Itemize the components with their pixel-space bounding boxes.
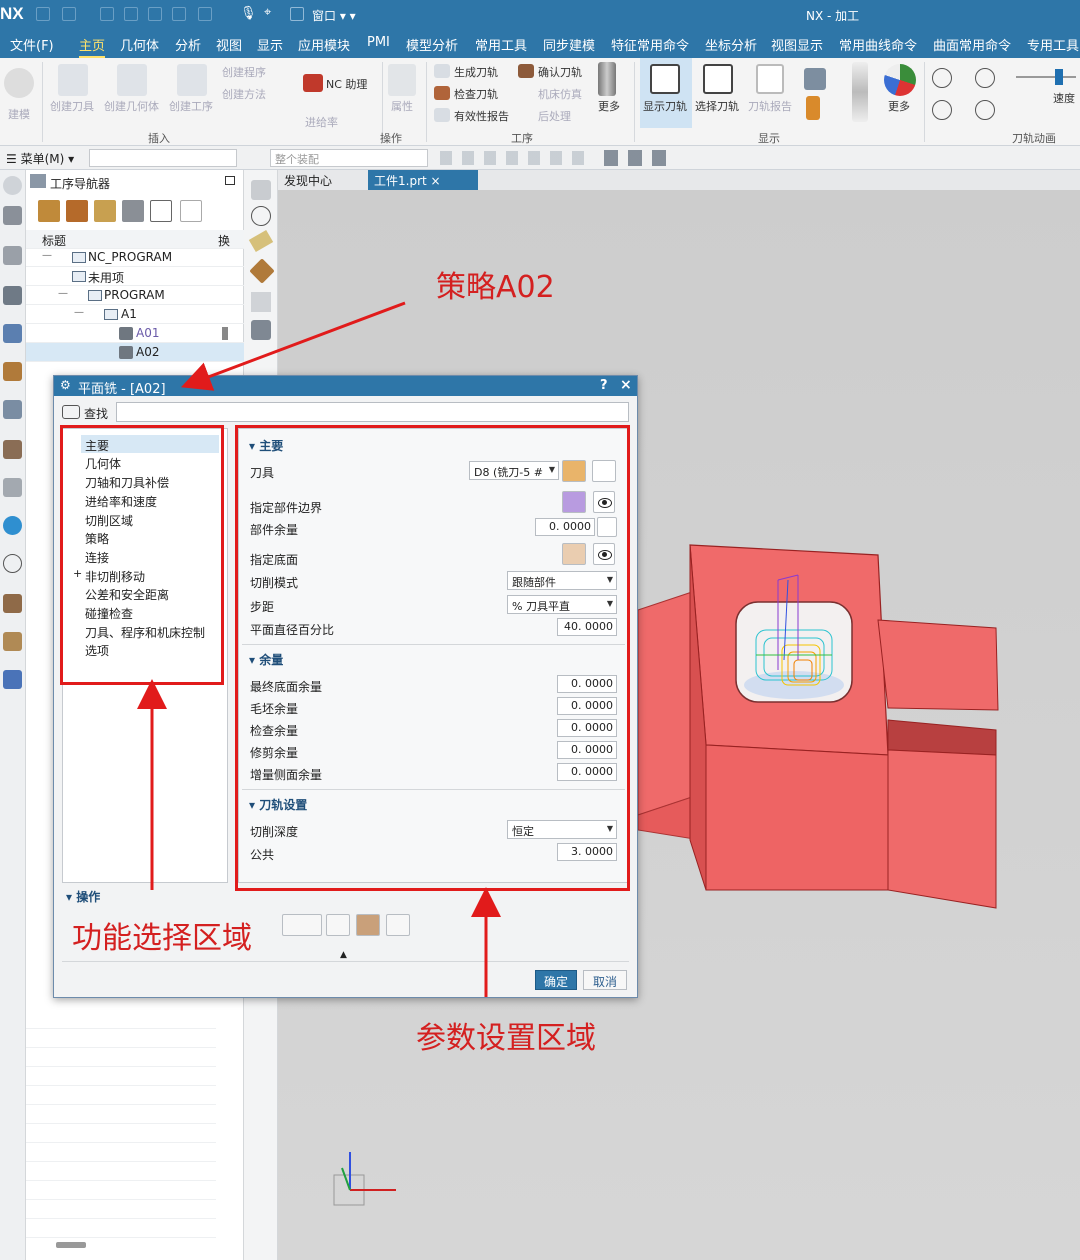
param-area-annotation: 参数设置区域 <box>416 1021 596 1056</box>
annotation-arrows <box>137 301 501 997</box>
func-area-annotation: 功能选择区域 <box>72 921 252 956</box>
strategy-annotation: 策略A02 <box>436 270 555 305</box>
